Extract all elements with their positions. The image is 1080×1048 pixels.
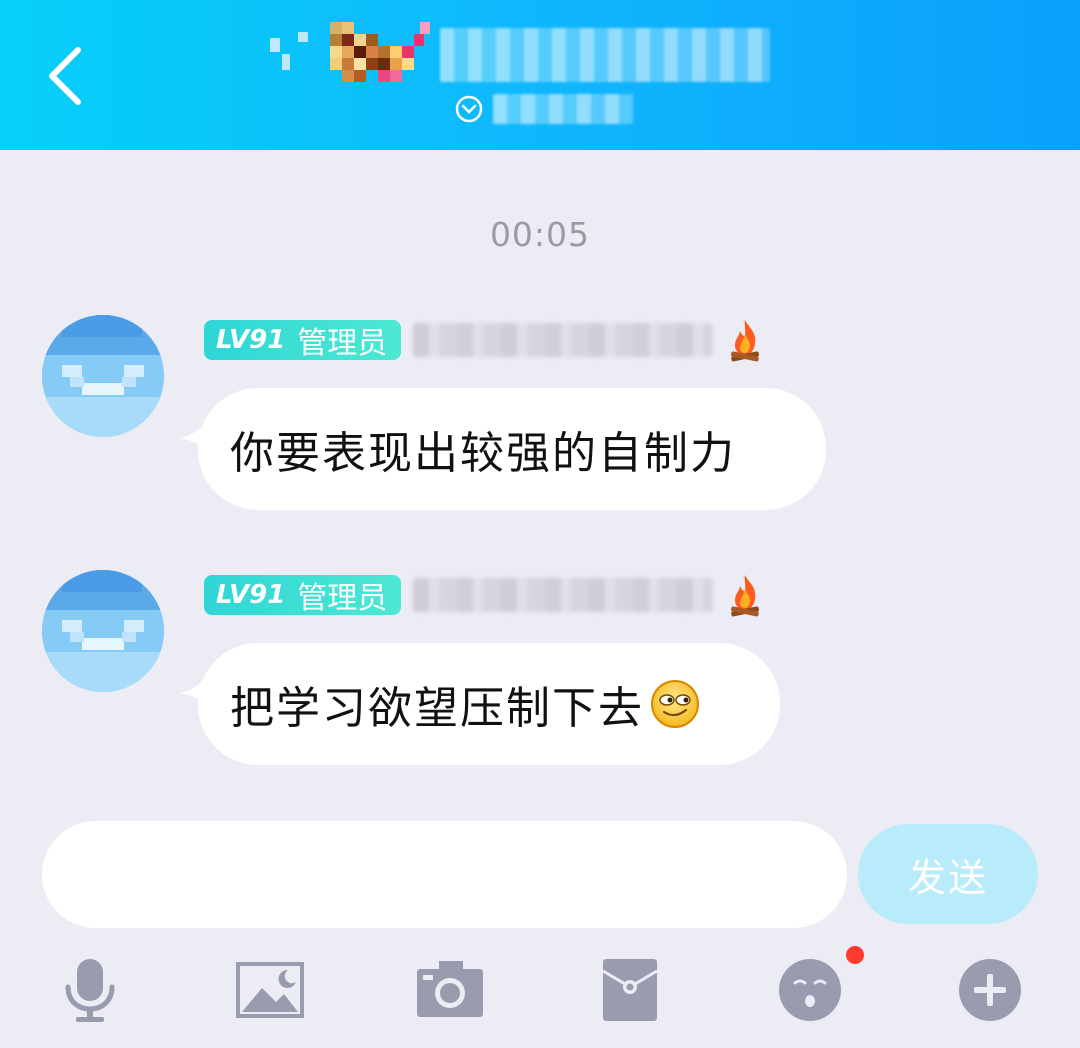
sender-meta: LV91 管理员 <box>204 573 765 617</box>
plus-icon <box>959 959 1021 1021</box>
role-label: 管理员 <box>297 326 388 361</box>
level-badge: LV91 管理员 <box>204 575 402 616</box>
message-timestamp: 00:05 <box>489 215 591 254</box>
group-subtitle[interactable] <box>455 92 633 126</box>
title-avatar-pixelated <box>270 22 430 82</box>
chevron-down-circle-icon <box>455 95 483 123</box>
avatar[interactable] <box>42 570 164 692</box>
fire-icon <box>731 320 760 362</box>
send-button[interactable]: 发送 <box>858 824 1038 924</box>
sender-name-redacted[interactable] <box>413 578 714 612</box>
microphone-icon <box>65 959 115 1022</box>
role-label: 管理员 <box>297 581 388 616</box>
back-button[interactable] <box>38 40 98 110</box>
avatar[interactable] <box>42 315 164 437</box>
level-label: LV91 <box>216 325 286 355</box>
group-title[interactable] <box>270 20 780 90</box>
member-count-redacted <box>493 94 633 124</box>
camera-button[interactable] <box>400 940 500 1040</box>
emoji-icon <box>779 959 841 1021</box>
image-icon <box>236 962 304 1018</box>
message-bubble[interactable]: 把学习欲望压制下去 <box>198 643 780 765</box>
camera-icon <box>417 961 483 1017</box>
notification-dot <box>846 946 864 964</box>
smirk-emoji-icon <box>651 680 699 728</box>
message-text: 把学习欲望压制下去 <box>230 683 644 734</box>
level-badge: LV91 管理员 <box>204 320 402 361</box>
red-packet-icon <box>602 959 658 1021</box>
message-input[interactable] <box>42 821 847 928</box>
chevron-left-icon <box>49 47 81 105</box>
red-packet-button[interactable] <box>580 940 680 1040</box>
input-toolbar <box>0 940 1080 1040</box>
message-bubble[interactable]: 你要表现出较强的自制力 <box>198 388 826 510</box>
sender-meta: LV91 管理员 <box>204 318 765 362</box>
emoji-button[interactable] <box>760 940 860 1040</box>
voice-button[interactable] <box>40 940 140 1040</box>
sender-name-redacted[interactable] <box>413 323 714 357</box>
chat-header <box>0 0 1080 150</box>
level-label: LV91 <box>216 580 286 610</box>
message-text: 你要表现出较强的自制力 <box>230 428 736 479</box>
more-button[interactable] <box>940 940 1040 1040</box>
image-button[interactable] <box>220 940 320 1040</box>
group-name-redacted <box>440 28 770 82</box>
fire-icon <box>731 575 760 617</box>
